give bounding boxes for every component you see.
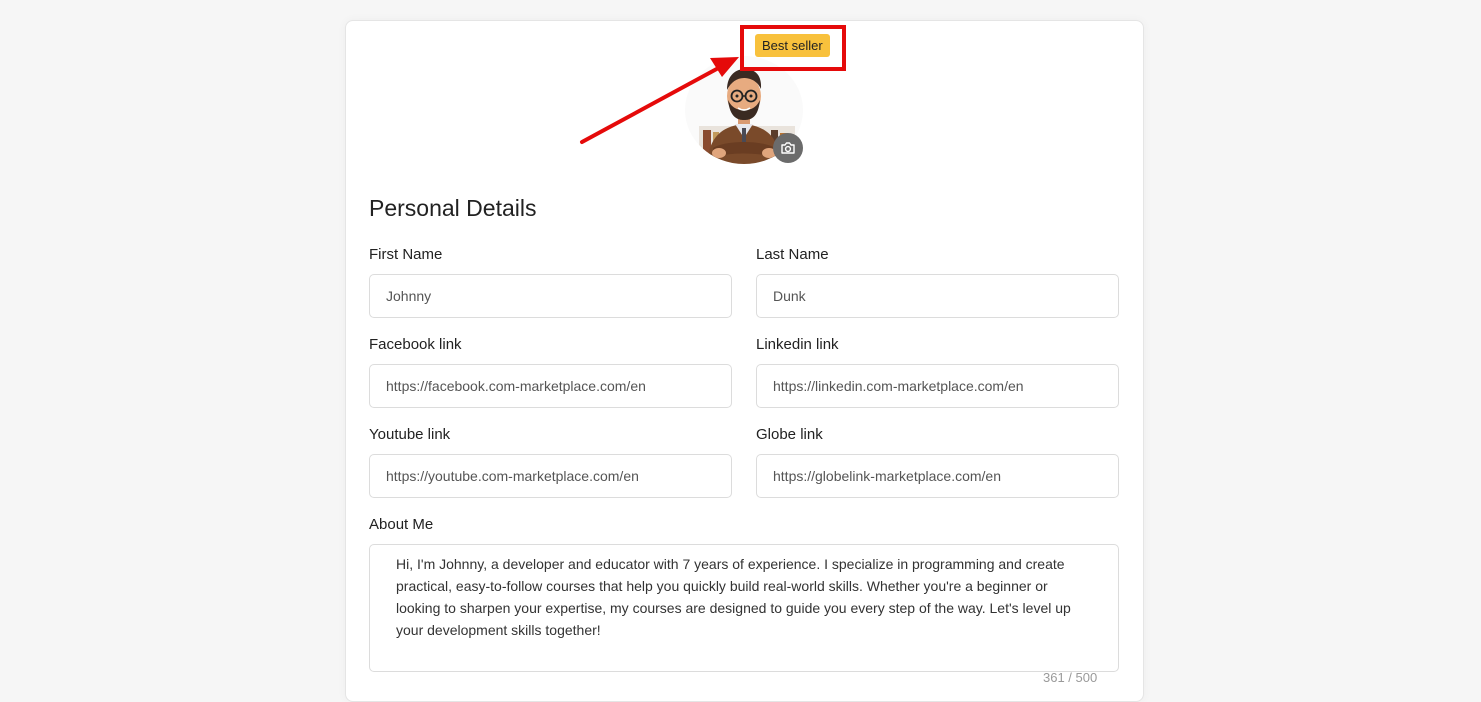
youtube-link-label: Youtube link [369,426,451,443]
change-photo-button[interactable] [773,133,803,163]
globe-link-label: Globe link [756,426,823,443]
facebook-link-label: Facebook link [369,336,462,353]
last-name-input[interactable] [756,274,1119,318]
last-name-label: Last Name [756,246,829,263]
highlight-annotation-box [740,25,846,71]
character-counter: 361 / 500 [1043,670,1098,685]
linkedin-link-label: Linkedin link [756,336,839,353]
profile-card: Best seller Personal Details First Name … [345,20,1144,702]
first-name-label: First Name [369,246,443,263]
camera-icon [781,142,795,154]
linkedin-link-input[interactable] [756,364,1119,408]
facebook-link-input[interactable] [369,364,732,408]
first-name-input[interactable] [369,274,732,318]
globe-link-input[interactable] [756,454,1119,498]
about-me-textarea[interactable]: Hi, I'm Johnny, a developer and educator… [369,544,1119,672]
about-me-label: About Me [369,516,434,533]
section-title: Personal Details [369,195,537,221]
youtube-link-input[interactable] [369,454,732,498]
